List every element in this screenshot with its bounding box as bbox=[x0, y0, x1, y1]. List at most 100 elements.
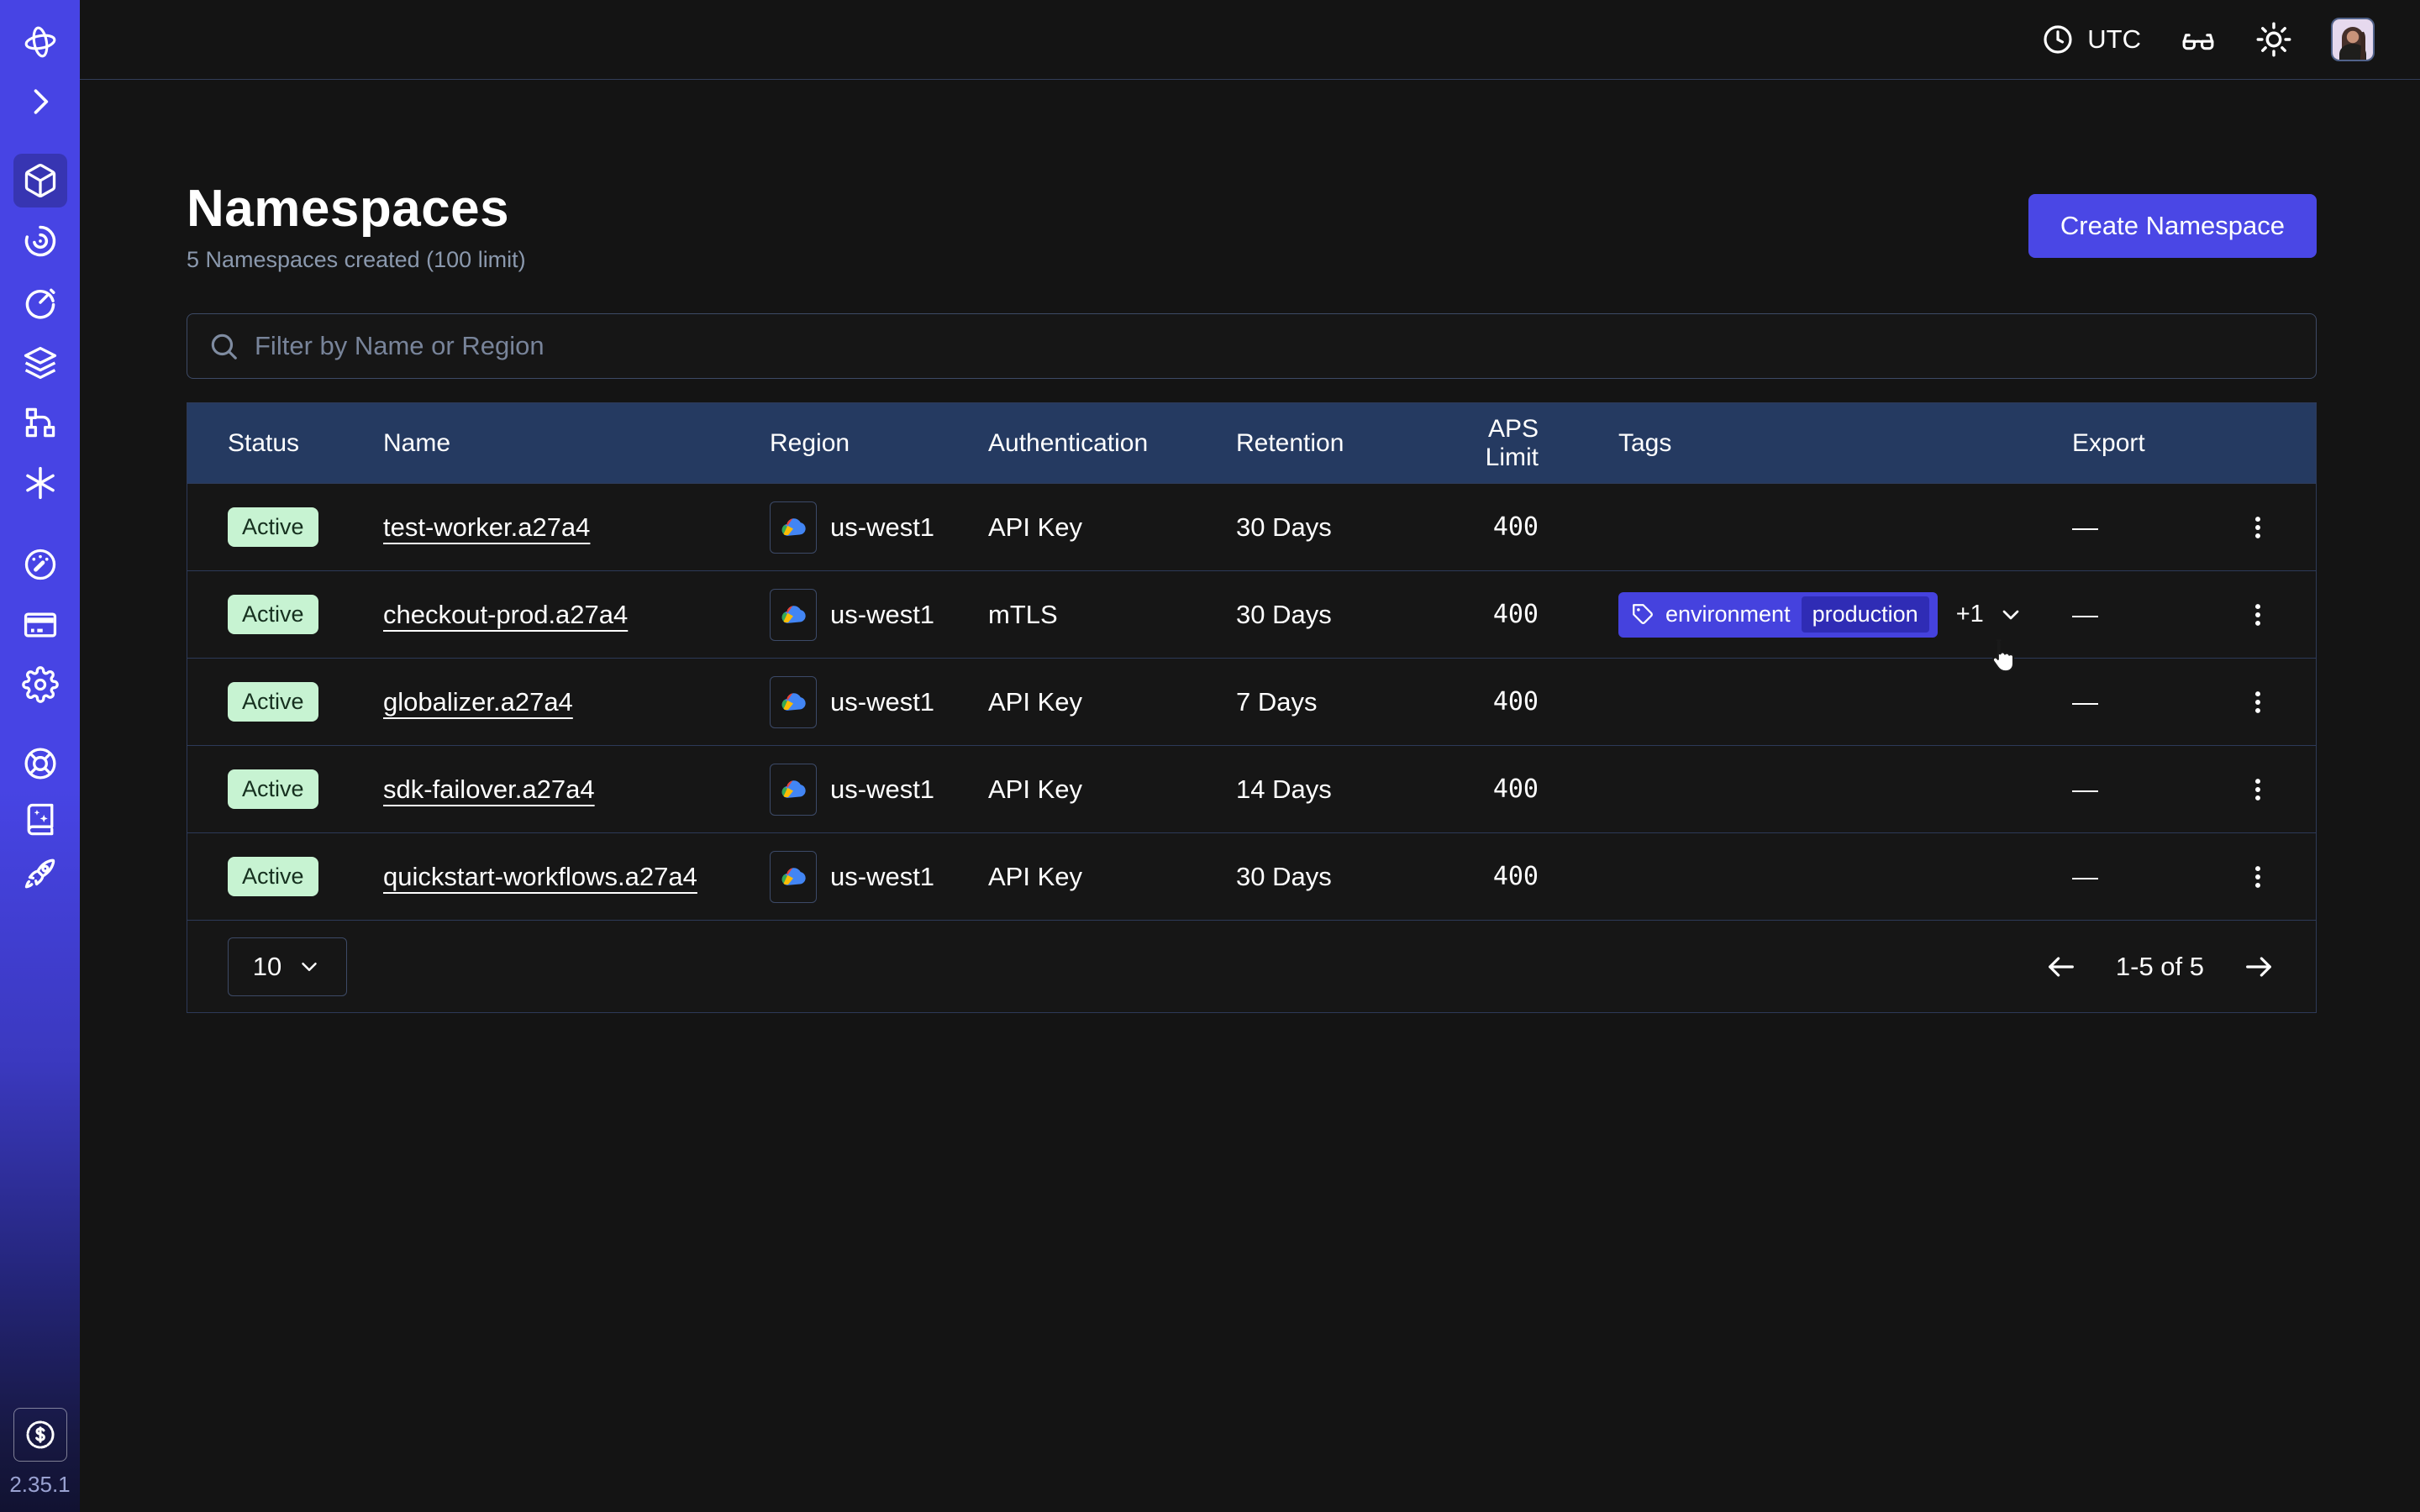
tags-expand-button[interactable] bbox=[1997, 601, 2024, 628]
sidebar: 2.35.1 bbox=[0, 0, 80, 1512]
deployments-icon bbox=[22, 404, 59, 441]
namespace-link[interactable]: checkout-prod.a27a4 bbox=[383, 600, 628, 629]
namespaces-table: Status Name Region Authentication Retent… bbox=[187, 402, 2317, 1013]
table-row: Active quickstart-workflows.a27a4 us-wes bbox=[187, 832, 2316, 920]
tag-value: production bbox=[1802, 596, 1929, 633]
timezone-button[interactable]: UTC bbox=[2041, 23, 2141, 56]
app-version: 2.35.1 bbox=[0, 1472, 80, 1498]
namespaces-icon bbox=[22, 162, 59, 199]
retention-label: 7 Days bbox=[1236, 687, 1429, 717]
topbar: UTC bbox=[80, 0, 2420, 80]
namespace-link[interactable]: globalizer.a27a4 bbox=[383, 687, 573, 717]
sidebar-item-workflows[interactable] bbox=[22, 223, 59, 260]
kebab-icon bbox=[2244, 601, 2272, 629]
row-menu-button[interactable] bbox=[2240, 601, 2275, 629]
col-authentication: Authentication bbox=[988, 429, 1236, 458]
sidebar-item-docs[interactable] bbox=[22, 801, 59, 837]
filter-input[interactable] bbox=[255, 331, 2296, 361]
schedules-icon bbox=[22, 284, 59, 321]
main-content: Namespaces 5 Namespaces created (100 lim… bbox=[187, 80, 2317, 1013]
chevron-down-icon bbox=[297, 954, 322, 979]
region-label: us-west1 bbox=[830, 862, 934, 892]
billing-icon bbox=[22, 606, 59, 643]
aps-limit-value: 400 bbox=[1429, 774, 1539, 804]
status-badge: Active bbox=[228, 507, 318, 547]
table-row: Active checkout-prod.a27a4 us-west1 bbox=[187, 570, 2316, 658]
sidebar-item-namespaces[interactable] bbox=[13, 154, 67, 207]
row-menu-button[interactable] bbox=[2240, 688, 2275, 717]
filter-bar[interactable] bbox=[187, 313, 2317, 379]
chevron-down-icon bbox=[1997, 601, 2024, 628]
sidebar-item-settings[interactable] bbox=[22, 666, 59, 703]
export-value: — bbox=[2072, 512, 2240, 543]
col-aps-limit: APS Limit bbox=[1429, 415, 1539, 472]
tag-key: environment bbox=[1665, 601, 1791, 627]
sidebar-item-getting-started[interactable] bbox=[22, 855, 59, 892]
namespace-link[interactable]: test-worker.a27a4 bbox=[383, 512, 590, 542]
table-row: Active sdk-failover.a27a4 us-west1 bbox=[187, 745, 2316, 832]
feedback-button[interactable] bbox=[2180, 21, 2217, 58]
sidebar-item-billing[interactable] bbox=[22, 606, 59, 643]
user-avatar[interactable] bbox=[2331, 18, 2375, 61]
batch-operations-icon bbox=[22, 344, 59, 381]
auth-label: API Key bbox=[988, 687, 1236, 717]
temporal-logo[interactable] bbox=[22, 24, 59, 60]
page-title: Namespaces bbox=[187, 179, 526, 239]
tag-more-count: +1 bbox=[1956, 601, 1984, 628]
export-value: — bbox=[2072, 774, 2240, 805]
sidebar-item-batch-operations[interactable] bbox=[22, 344, 59, 381]
pagination: 1-5 of 5 bbox=[2044, 950, 2275, 984]
page-header: Namespaces 5 Namespaces created (100 lim… bbox=[187, 179, 2317, 273]
kebab-icon bbox=[2244, 863, 2272, 891]
auth-label: API Key bbox=[988, 862, 1236, 892]
avatar-image bbox=[2333, 19, 2373, 60]
workflows-icon bbox=[22, 223, 59, 260]
row-menu-button[interactable] bbox=[2240, 775, 2275, 804]
arrow-left-icon bbox=[2044, 950, 2078, 984]
sidebar-item-deployments[interactable] bbox=[22, 404, 59, 441]
nexus-icon bbox=[22, 465, 59, 501]
sidebar-item-pricing[interactable] bbox=[13, 1408, 67, 1462]
sidebar-item-support[interactable] bbox=[22, 745, 59, 782]
support-icon bbox=[22, 745, 59, 782]
page-size-select[interactable]: 10 bbox=[228, 937, 347, 996]
aps-limit-value: 400 bbox=[1429, 687, 1539, 717]
sidebar-item-usage[interactable] bbox=[22, 546, 59, 583]
timezone-label: UTC bbox=[2087, 24, 2141, 55]
status-badge: Active bbox=[228, 682, 318, 722]
namespace-link[interactable]: quickstart-workflows.a27a4 bbox=[383, 862, 697, 891]
sidebar-item-schedules[interactable] bbox=[22, 284, 59, 321]
prev-page-button[interactable] bbox=[2044, 950, 2078, 984]
tag-pill[interactable]: environment production bbox=[1618, 592, 1938, 638]
namespace-link[interactable]: sdk-failover.a27a4 bbox=[383, 774, 595, 804]
col-export: Export bbox=[2072, 429, 2240, 458]
next-page-button[interactable] bbox=[2242, 950, 2275, 984]
aps-limit-value: 400 bbox=[1429, 512, 1539, 542]
glasses-icon bbox=[2180, 21, 2217, 58]
auth-label: API Key bbox=[988, 774, 1236, 805]
row-menu-button[interactable] bbox=[2240, 863, 2275, 891]
table-row: Active test-worker.a27a4 us-west1 bbox=[187, 483, 2316, 570]
table-footer: 10 1-5 of 5 bbox=[187, 920, 2316, 1012]
region-label: us-west1 bbox=[830, 600, 934, 630]
aps-limit-value: 400 bbox=[1429, 862, 1539, 891]
row-menu-button[interactable] bbox=[2240, 513, 2275, 542]
docs-icon bbox=[22, 801, 59, 837]
retention-label: 30 Days bbox=[1236, 862, 1429, 892]
auth-label: mTLS bbox=[988, 600, 1236, 630]
clock-icon bbox=[2041, 23, 2075, 56]
kebab-icon bbox=[2244, 513, 2272, 542]
region-label: us-west1 bbox=[830, 774, 934, 805]
table-row: Active globalizer.a27a4 us-west1 bbox=[187, 658, 2316, 745]
sidebar-item-nexus[interactable] bbox=[22, 465, 59, 501]
status-badge: Active bbox=[228, 857, 318, 896]
page-size-value: 10 bbox=[253, 952, 281, 982]
theme-toggle-button[interactable] bbox=[2255, 21, 2292, 58]
gcp-icon bbox=[770, 676, 817, 728]
status-badge: Active bbox=[228, 595, 318, 634]
create-namespace-button[interactable]: Create Namespace bbox=[2028, 194, 2317, 258]
tag-icon bbox=[1632, 603, 1655, 626]
getting-started-icon bbox=[22, 855, 59, 892]
expand-chevron-icon[interactable] bbox=[22, 83, 59, 120]
col-tags: Tags bbox=[1539, 429, 2072, 458]
